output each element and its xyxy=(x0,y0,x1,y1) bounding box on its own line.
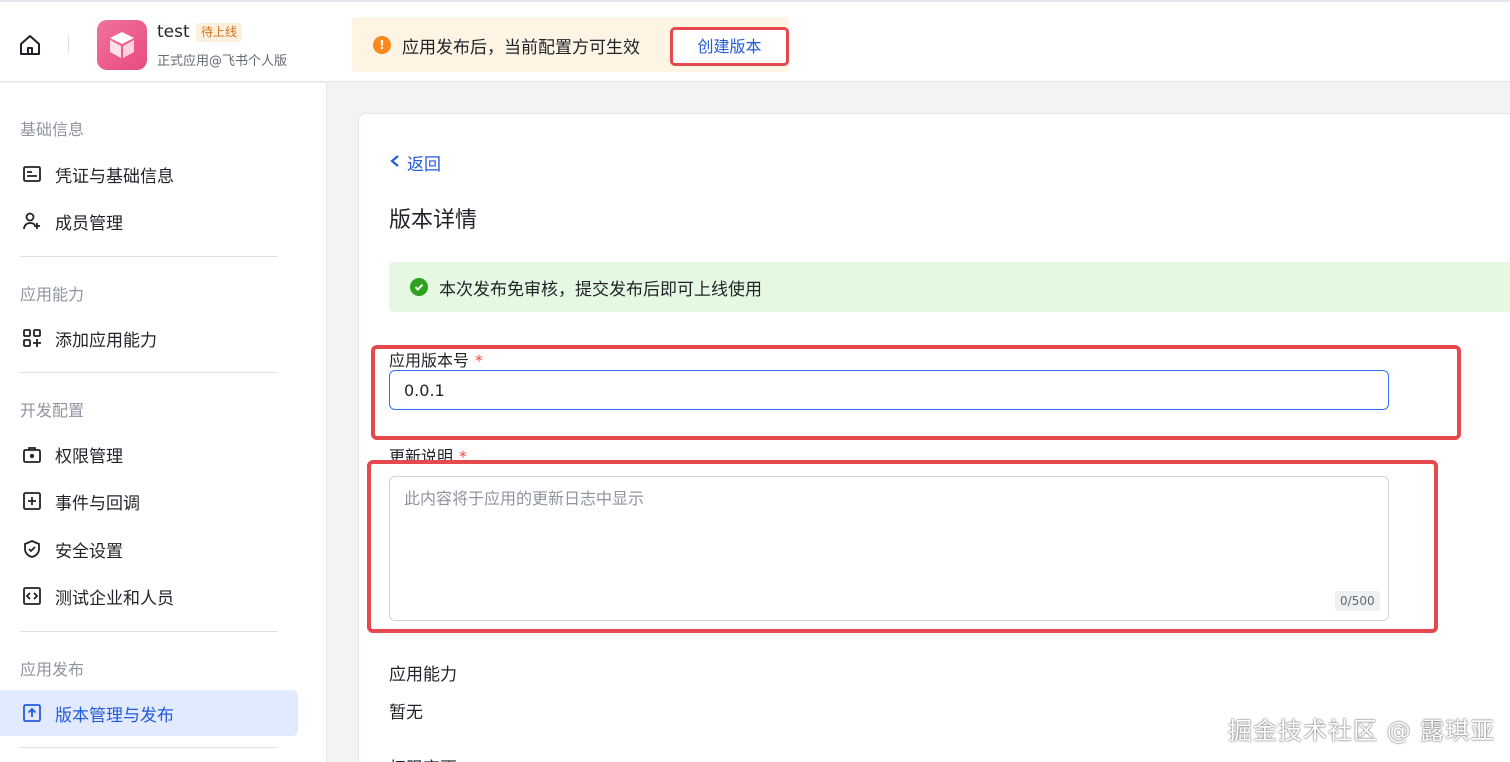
header-divider xyxy=(68,35,69,53)
grid-add-icon xyxy=(21,327,43,349)
page-title: 版本详情 xyxy=(389,208,478,233)
review-free-banner: 本次发布免审核，提交发布后即可上线使用 xyxy=(389,262,1510,312)
sidebar-item-label: 测试企业和人员 xyxy=(55,588,174,609)
capabilities-label: 应用能力 xyxy=(389,665,457,685)
banner-text: 本次发布免审核，提交发布后即可上线使用 xyxy=(439,280,762,300)
permissions-label: 权限变更 xyxy=(389,754,457,762)
create-version-button[interactable]: 创建版本 xyxy=(670,27,789,66)
home-button[interactable] xyxy=(14,29,46,61)
lock-icon xyxy=(21,443,43,465)
plus-square-icon xyxy=(21,490,43,512)
sidebar-divider xyxy=(20,747,278,748)
user-add-icon xyxy=(21,210,43,232)
notice-text: 应用发布后，当前配置方可生效 xyxy=(402,38,640,58)
sidebar-item-label: 凭证与基础信息 xyxy=(55,166,174,187)
warning-icon: ! xyxy=(373,36,391,54)
cube-icon xyxy=(110,32,134,58)
watermark: 掘金技术社区 @ 露琪亚 xyxy=(1228,717,1496,745)
sidebar-item-members[interactable]: 成员管理 xyxy=(0,198,298,244)
sidebar-item-add-capability[interactable]: 添加应用能力 xyxy=(0,315,298,361)
app-name: test xyxy=(157,22,190,42)
section-title-capability: 应用能力 xyxy=(20,285,85,304)
section-title-basic: 基础信息 xyxy=(20,120,85,139)
sidebar-item-test-users[interactable]: 测试企业和人员 xyxy=(0,573,298,619)
sidebar-item-label: 版本管理与发布 xyxy=(55,705,174,726)
top-bar: test 待上线 正式应用@飞书个人版 ! 应用发布后，当前配置方可生效 创建版… xyxy=(0,0,1510,82)
chevron-left-icon xyxy=(389,152,401,173)
sidebar-divider xyxy=(20,631,278,632)
capabilities-value: 暂无 xyxy=(389,703,423,723)
back-link[interactable]: 返回 xyxy=(389,150,441,175)
sidebar-item-events[interactable]: 事件与回调 xyxy=(0,478,298,524)
publish-notice: ! 应用发布后，当前配置方可生效 创建版本 xyxy=(352,17,789,72)
sidebar: 基础信息 凭证与基础信息 成员管理 应用能力 添加应用能力 开发配置 权限管理 … xyxy=(0,83,327,762)
notes-label: 更新说明 * xyxy=(389,447,468,466)
shield-icon xyxy=(21,538,43,560)
section-title-release: 应用发布 xyxy=(20,660,85,679)
version-detail-panel: 返回 版本详情 本次发布免审核，提交发布后即可上线使用 应用版本号* 更新说明*… xyxy=(358,113,1510,762)
sidebar-item-label: 权限管理 xyxy=(55,446,123,467)
id-card-icon xyxy=(21,163,43,185)
status-badge: 待上线 xyxy=(196,23,243,42)
sidebar-divider xyxy=(20,372,278,373)
check-circle-icon xyxy=(410,278,428,296)
char-counter: 0/500 xyxy=(1335,591,1380,611)
section-title-dev: 开发配置 xyxy=(20,401,85,420)
code-icon xyxy=(21,585,43,607)
sidebar-divider xyxy=(20,256,278,257)
version-input[interactable] xyxy=(389,370,1389,410)
version-label: 应用版本号 * xyxy=(389,351,484,370)
sidebar-item-label: 添加应用能力 xyxy=(55,330,157,351)
sidebar-item-label: 成员管理 xyxy=(55,213,123,234)
back-label: 返回 xyxy=(407,155,441,175)
upload-icon xyxy=(21,702,43,724)
sidebar-item-permissions[interactable]: 权限管理 xyxy=(0,431,298,477)
sidebar-item-version-release[interactable]: 版本管理与发布 xyxy=(0,690,298,736)
sidebar-item-credentials[interactable]: 凭证与基础信息 xyxy=(0,151,298,197)
app-subtitle: 正式应用@飞书个人版 xyxy=(157,54,288,69)
update-notes-textarea[interactable] xyxy=(389,476,1389,621)
sidebar-item-label: 安全设置 xyxy=(55,541,123,562)
app-icon xyxy=(97,20,147,70)
sidebar-item-security[interactable]: 安全设置 xyxy=(0,526,298,572)
sidebar-item-label: 事件与回调 xyxy=(55,493,140,514)
home-icon xyxy=(20,35,40,55)
